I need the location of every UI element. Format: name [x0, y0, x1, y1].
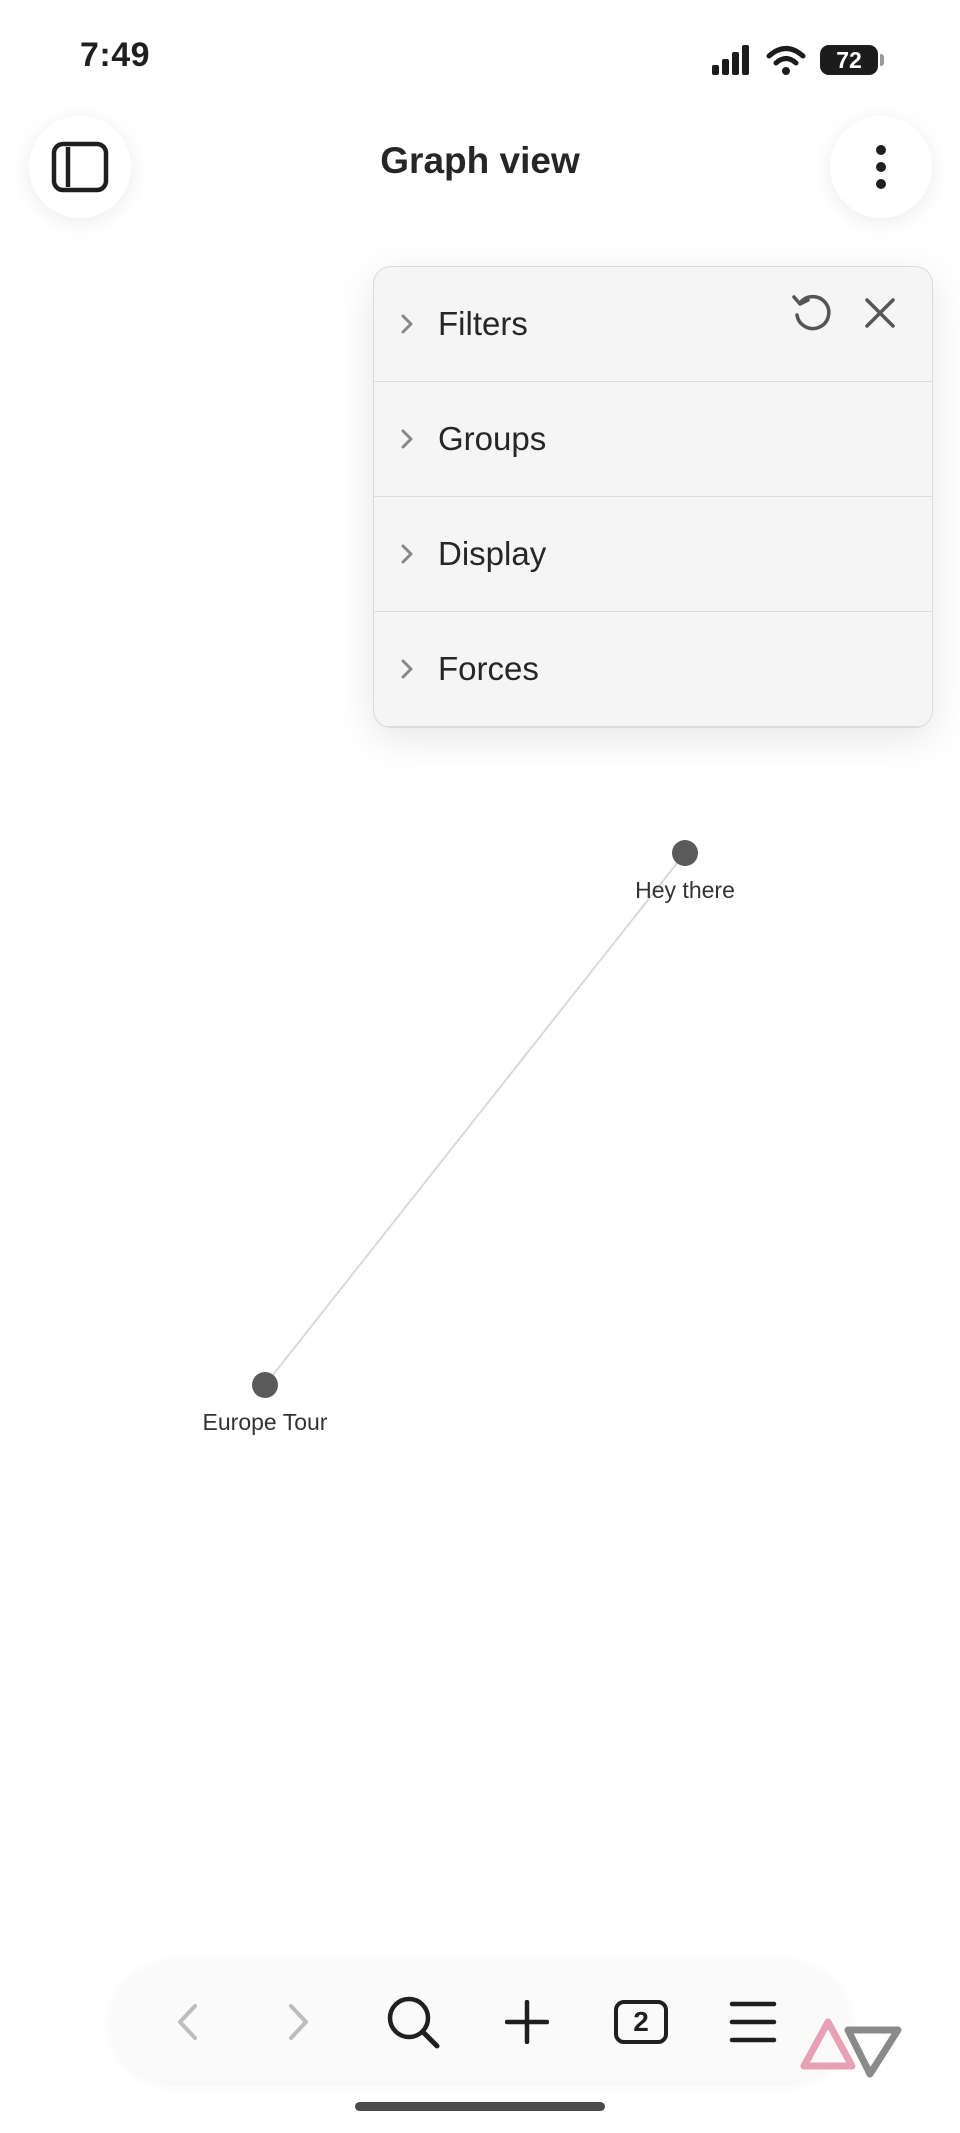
tabs-icon: 2: [614, 2000, 668, 2044]
forward-icon: [289, 2004, 308, 2040]
section-label: Filters: [438, 305, 528, 342]
watermark-logo-icon: [800, 2018, 902, 2078]
forward-button[interactable]: [254, 1962, 344, 2082]
graph-edge: [264, 852, 686, 1386]
section-display[interactable]: Display: [374, 497, 932, 612]
graph-node-label: Hey there: [635, 877, 735, 903]
section-label: Display: [438, 535, 547, 572]
section-label: Forces: [438, 650, 539, 687]
tabs-button[interactable]: 2: [596, 1962, 686, 2082]
status-icons: 72: [712, 40, 884, 80]
reset-button[interactable]: [790, 291, 834, 335]
graph-node-label: Europe Tour: [203, 1409, 328, 1435]
tab-count: 2: [633, 2006, 649, 2037]
graph-node-europe-tour[interactable]: [252, 1372, 278, 1398]
menu-icon: [729, 2001, 777, 2043]
section-groups[interactable]: Groups: [374, 382, 932, 497]
back-button[interactable]: [142, 1962, 232, 2082]
menu-button[interactable]: [708, 1962, 798, 2082]
search-icon: [387, 1996, 440, 2049]
home-indicator[interactable]: [355, 2102, 605, 2111]
close-icon: [865, 298, 895, 328]
bottom-toolbar: 2: [112, 1962, 848, 2082]
battery-level: 72: [836, 46, 862, 73]
more-vertical-icon: [876, 145, 886, 189]
section-label: Groups: [438, 420, 547, 457]
chevron-right-icon: [400, 313, 422, 335]
close-button[interactable]: [858, 291, 902, 335]
section-forces[interactable]: Forces: [374, 612, 932, 727]
chevron-right-icon: [400, 543, 422, 565]
panel-actions: [790, 291, 902, 335]
back-icon: [178, 2004, 197, 2040]
signal-icon: [712, 45, 749, 75]
graph-settings-panel: Filters Groups Display Forces: [373, 266, 933, 728]
chevron-right-icon: [400, 658, 422, 680]
reset-icon: [792, 294, 831, 331]
search-button[interactable]: [368, 1962, 458, 2082]
more-options-button[interactable]: [830, 116, 932, 218]
page-title: Graph view: [380, 140, 580, 181]
battery-icon: 72: [820, 45, 884, 75]
plus-icon: [505, 2000, 549, 2044]
graph-node-hey-there[interactable]: [672, 840, 698, 866]
new-note-button[interactable]: [482, 1962, 572, 2082]
chevron-right-icon: [400, 428, 422, 450]
status-time: 7:49: [80, 36, 151, 74]
wifi-icon: [766, 46, 806, 75]
